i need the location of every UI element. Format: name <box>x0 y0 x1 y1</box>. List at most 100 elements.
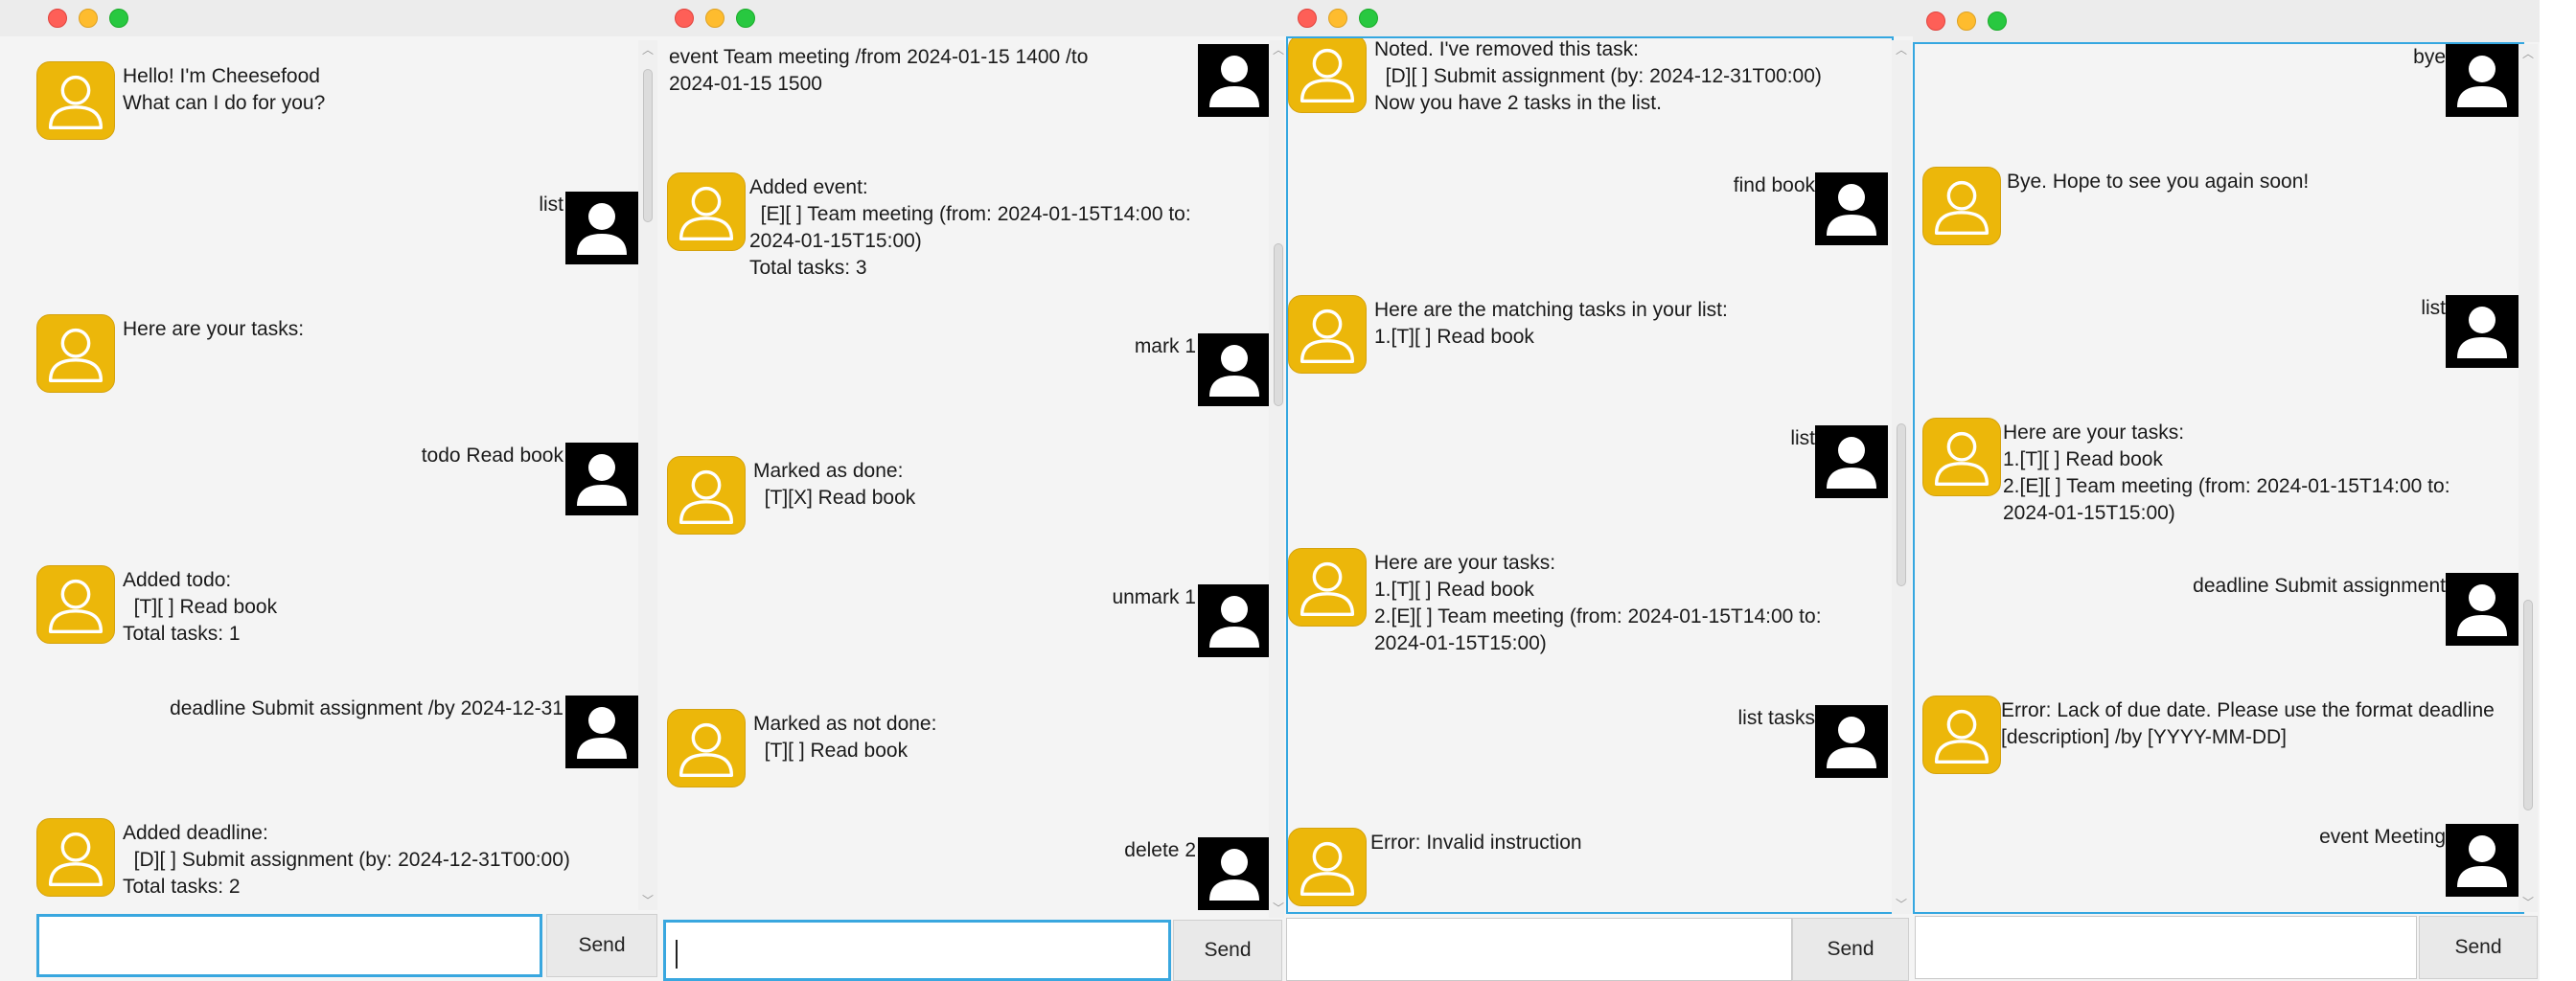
text-caret <box>676 940 678 969</box>
user-avatar-icon <box>1815 705 1888 778</box>
bot-avatar-icon <box>1288 38 1367 113</box>
maximize-window-button[interactable] <box>736 9 755 28</box>
bot-avatar-icon <box>1288 295 1367 374</box>
bot-message: Added todo: [T][ ] Read book Total tasks… <box>123 569 278 645</box>
user-message: event Team meeting /from 2024-01-15 1400… <box>669 46 1089 95</box>
bot-avatar-icon <box>1922 418 2001 496</box>
scroll-up-arrow-icon[interactable]: ︿ <box>2520 48 2536 59</box>
scroll-up-arrow-icon[interactable]: ︿ <box>1271 44 1284 56</box>
user-message: deadline Submit assignment <box>2193 575 2446 597</box>
bot-message: Noted. I've removed this task: [D][ ] Su… <box>1374 38 1822 114</box>
user-avatar-icon <box>1198 44 1271 117</box>
minimize-window-button[interactable] <box>705 9 724 28</box>
title-bar <box>1284 0 1913 36</box>
bot-message: Here are your tasks: 1.[T][ ] Read book … <box>1374 552 1822 654</box>
close-window-button[interactable] <box>1298 9 1317 28</box>
scroll-up-arrow-icon[interactable]: ︿ <box>1894 44 1909 56</box>
chat-window-1: Hello! I'm Cheesefood What can I do for … <box>0 0 661 981</box>
send-button[interactable]: Send <box>1173 920 1282 981</box>
bot-avatar-icon <box>667 172 746 251</box>
user-message: delete 2 <box>1124 839 1196 861</box>
user-message: list <box>1790 427 1815 449</box>
bot-message: Marked as done: [T][X] Read book <box>753 460 916 509</box>
user-avatar-icon <box>1198 333 1271 406</box>
scroll-up-arrow-icon[interactable]: ︿ <box>640 44 656 56</box>
chat-window-4: bye Bye. Hope to see you again soon! lis… <box>1913 0 2540 981</box>
title-bar <box>1913 0 2540 42</box>
dialog-scroll-pane[interactable]: event Team meeting /from 2024-01-15 1400… <box>667 38 1271 916</box>
user-avatar-icon <box>1198 837 1271 910</box>
dialog-scroll-pane[interactable]: Noted. I've removed this task: [D][ ] Su… <box>1286 36 1894 914</box>
scroll-down-arrow-icon[interactable]: ﹀ <box>1894 899 1909 910</box>
bot-avatar-icon <box>1922 696 2001 774</box>
user-message: todo Read book <box>421 445 564 467</box>
close-window-button[interactable] <box>1926 11 1945 31</box>
bot-avatar-icon <box>1288 828 1367 906</box>
user-message: unmark 1 <box>1112 586 1196 608</box>
bot-message: Error: Invalid instruction <box>1370 832 1582 854</box>
maximize-window-button[interactable] <box>109 9 128 28</box>
bot-message: Error: Lack of due date. Please use the … <box>2001 699 2495 748</box>
user-message: event Meeting <box>2319 826 2446 848</box>
user-message: deadline Submit assignment /by 2024-12-3… <box>170 697 564 719</box>
scroll-down-arrow-icon[interactable]: ﹀ <box>1271 902 1284 914</box>
scrollbar[interactable]: ︿ ﹀ <box>1269 40 1284 918</box>
close-window-button[interactable] <box>675 9 694 28</box>
bot-avatar-icon <box>667 709 746 787</box>
minimize-window-button[interactable] <box>1957 11 1976 31</box>
message-input[interactable] <box>1286 918 1792 981</box>
user-avatar-icon <box>2446 573 2518 646</box>
bot-avatar-icon <box>36 818 115 897</box>
bot-message: Bye. Hope to see you again soon! <box>2007 171 2310 193</box>
scrollbar[interactable]: ︿ ﹀ <box>1892 40 1911 914</box>
user-avatar-icon <box>565 696 638 768</box>
user-message: bye <box>2413 46 2446 68</box>
bot-message: Marked as not done: [T][ ] Read book <box>753 713 937 762</box>
minimize-window-button[interactable] <box>79 9 98 28</box>
chat-window-2: event Team meeting /from 2024-01-15 1400… <box>661 0 1284 981</box>
dialog-scroll-pane[interactable]: bye Bye. Hope to see you again soon! lis… <box>1913 42 2524 914</box>
user-avatar-icon <box>565 192 638 264</box>
title-bar <box>0 0 661 36</box>
scrollbar-thumb[interactable] <box>2523 600 2533 810</box>
bot-message: Added event: [E][ ] Team meeting (from: … <box>749 176 1191 279</box>
message-input[interactable] <box>36 914 542 977</box>
bot-message: Added deadline: [D][ ] Submit assignment… <box>123 822 570 898</box>
user-message: list <box>539 194 564 216</box>
bot-avatar-icon <box>36 565 115 644</box>
bot-message: Here are your tasks: <box>123 318 305 340</box>
scroll-down-arrow-icon[interactable]: ﹀ <box>2520 897 2536 908</box>
title-bar <box>661 0 1284 36</box>
chat-window-3: Noted. I've removed this task: [D][ ] Su… <box>1284 0 1913 981</box>
send-button[interactable]: Send <box>546 914 657 977</box>
bot-avatar-icon <box>667 456 746 535</box>
scrollbar[interactable]: ︿ ﹀ <box>2518 44 2538 912</box>
user-avatar-icon <box>1815 425 1888 498</box>
dialog-scroll-pane[interactable]: Hello! I'm Cheesefood What can I do for … <box>36 38 638 910</box>
user-avatar-icon <box>565 443 638 515</box>
scrollbar-thumb[interactable] <box>643 69 653 222</box>
bot-message: Hello! I'm Cheesefood What can I do for … <box>123 65 326 114</box>
maximize-window-button[interactable] <box>1359 9 1378 28</box>
message-input[interactable] <box>663 920 1171 981</box>
scroll-down-arrow-icon[interactable]: ﹀ <box>640 895 656 906</box>
user-message: find book <box>1733 174 1815 196</box>
bot-avatar-icon <box>1922 167 2001 245</box>
scrollbar-thumb[interactable] <box>1274 243 1283 406</box>
send-button[interactable]: Send <box>2419 916 2538 979</box>
send-button[interactable]: Send <box>1792 918 1909 981</box>
scrollbar-thumb[interactable] <box>1897 423 1906 586</box>
bot-message: Here are the matching tasks in your list… <box>1374 299 1728 348</box>
user-avatar-icon <box>2446 295 2518 368</box>
bot-avatar-icon <box>1288 548 1367 627</box>
user-message: list <box>2421 297 2446 319</box>
user-avatar-icon <box>1198 584 1271 657</box>
minimize-window-button[interactable] <box>1328 9 1347 28</box>
bot-message: Here are your tasks: 1.[T][ ] Read book … <box>2003 422 2450 524</box>
close-window-button[interactable] <box>48 9 67 28</box>
user-message: list tasks <box>1737 707 1815 729</box>
user-avatar-icon <box>2446 44 2518 117</box>
maximize-window-button[interactable] <box>1988 11 2007 31</box>
scrollbar[interactable]: ︿ ﹀ <box>638 40 657 910</box>
message-input[interactable] <box>1915 916 2417 979</box>
